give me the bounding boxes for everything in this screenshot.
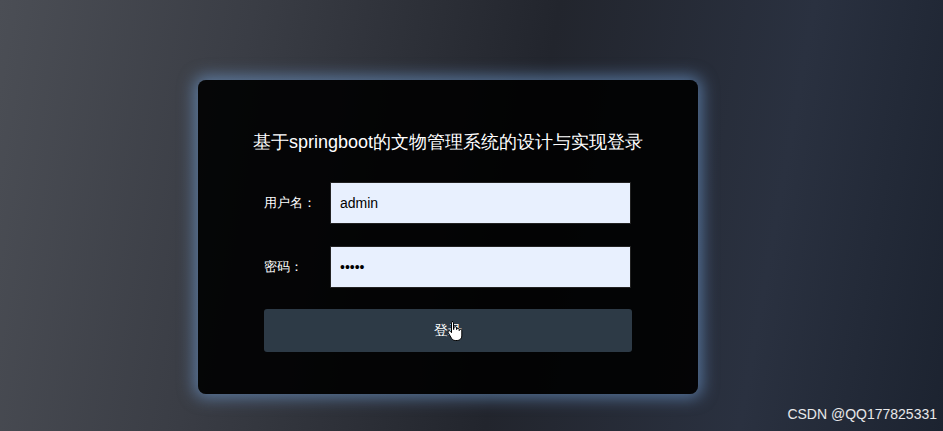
login-button[interactable]: 登录	[264, 309, 632, 352]
form-row: 用户名：	[264, 182, 632, 224]
hand-cursor-icon	[447, 320, 463, 342]
field-label: 用户名：	[264, 193, 330, 213]
form-row: 密码：	[264, 246, 632, 288]
watermark: CSDN @QQ177825331	[787, 405, 937, 423]
field-label: 密码：	[264, 257, 330, 277]
password-input[interactable]	[330, 246, 631, 288]
login-page: 基于springboot的文物管理系统的设计与实现登录 用户名： 密码： 登录 C…	[0, 0, 943, 431]
login-card: 基于springboot的文物管理系统的设计与实现登录 用户名： 密码： 登录	[198, 0, 698, 394]
username-input[interactable]	[330, 182, 631, 224]
login-title: 基于springboot的文物管理系统的设计与实现登录	[224, 129, 672, 155]
